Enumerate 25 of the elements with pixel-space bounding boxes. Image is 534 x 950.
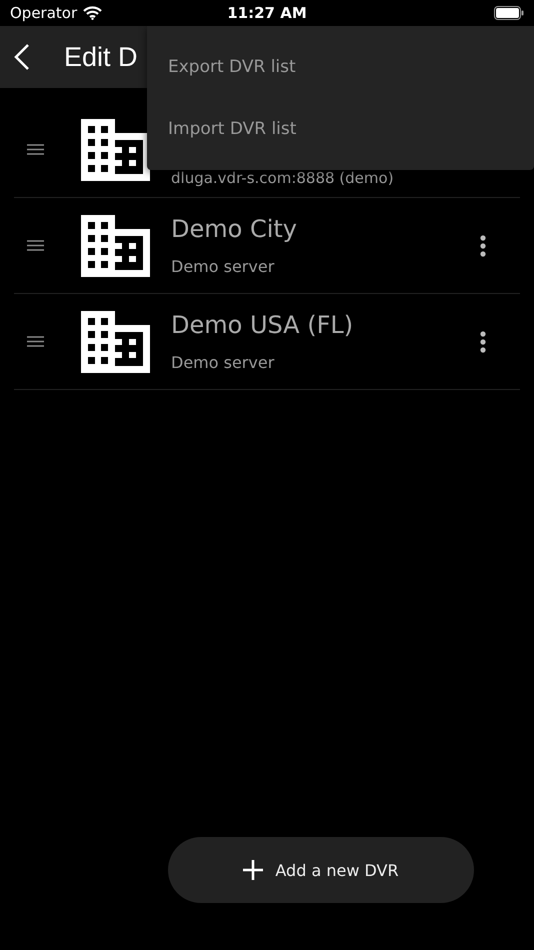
more-icon[interactable] — [480, 330, 486, 352]
building-icon — [81, 310, 150, 372]
add-dvr-button[interactable]: Add a new DVR — [168, 837, 474, 903]
server-row[interactable]: Demo USA (FL) Demo server — [14, 294, 520, 390]
carrier-label: Operator — [10, 4, 78, 22]
server-row[interactable]: Demo City Demo server — [14, 198, 520, 294]
wifi-icon — [83, 6, 102, 20]
menu-item[interactable]: Import DVR list — [147, 98, 534, 160]
back-icon[interactable] — [14, 44, 30, 70]
server-address: dluga.vdr-s.com:8888 (demo) — [171, 168, 395, 186]
server-description: Demo server — [171, 353, 276, 372]
clock-time: 11:27 AM — [227, 4, 307, 22]
drag-handle-icon[interactable] — [27, 240, 44, 251]
server-description: Demo server — [171, 257, 276, 276]
page-title: Edit D — [64, 42, 138, 72]
drag-handle-icon[interactable] — [27, 144, 44, 155]
building-icon — [81, 118, 150, 180]
building-icon — [81, 214, 150, 276]
menu-item[interactable]: Export DVR list — [147, 36, 534, 98]
server-name: Demo City — [171, 215, 298, 243]
battery-icon — [494, 6, 524, 20]
more-icon[interactable] — [480, 234, 486, 256]
server-name: Demo USA (FL) — [171, 311, 354, 339]
plus-icon — [243, 860, 264, 880]
drag-handle-icon[interactable] — [27, 336, 44, 347]
